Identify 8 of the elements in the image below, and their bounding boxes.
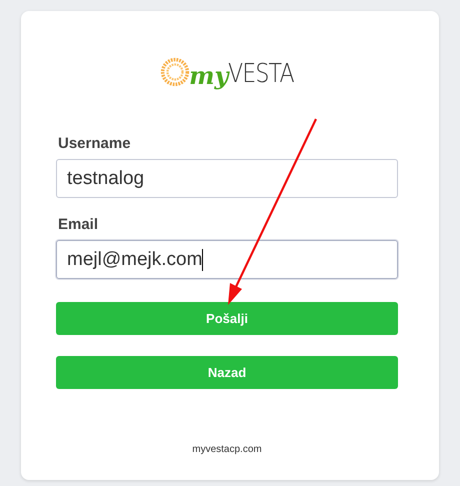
field-label: Username xyxy=(58,135,132,152)
footer-link[interactable]: myvestacp.com xyxy=(56,444,398,455)
ring-icon xyxy=(160,57,190,87)
input-field[interactable]: mejl@mejk.com xyxy=(56,240,398,279)
input-field[interactable]: testnalog xyxy=(56,159,398,198)
logo-prefix: my xyxy=(189,61,228,91)
logo-name: VESTA xyxy=(228,58,294,89)
field-label: Email xyxy=(58,216,100,233)
